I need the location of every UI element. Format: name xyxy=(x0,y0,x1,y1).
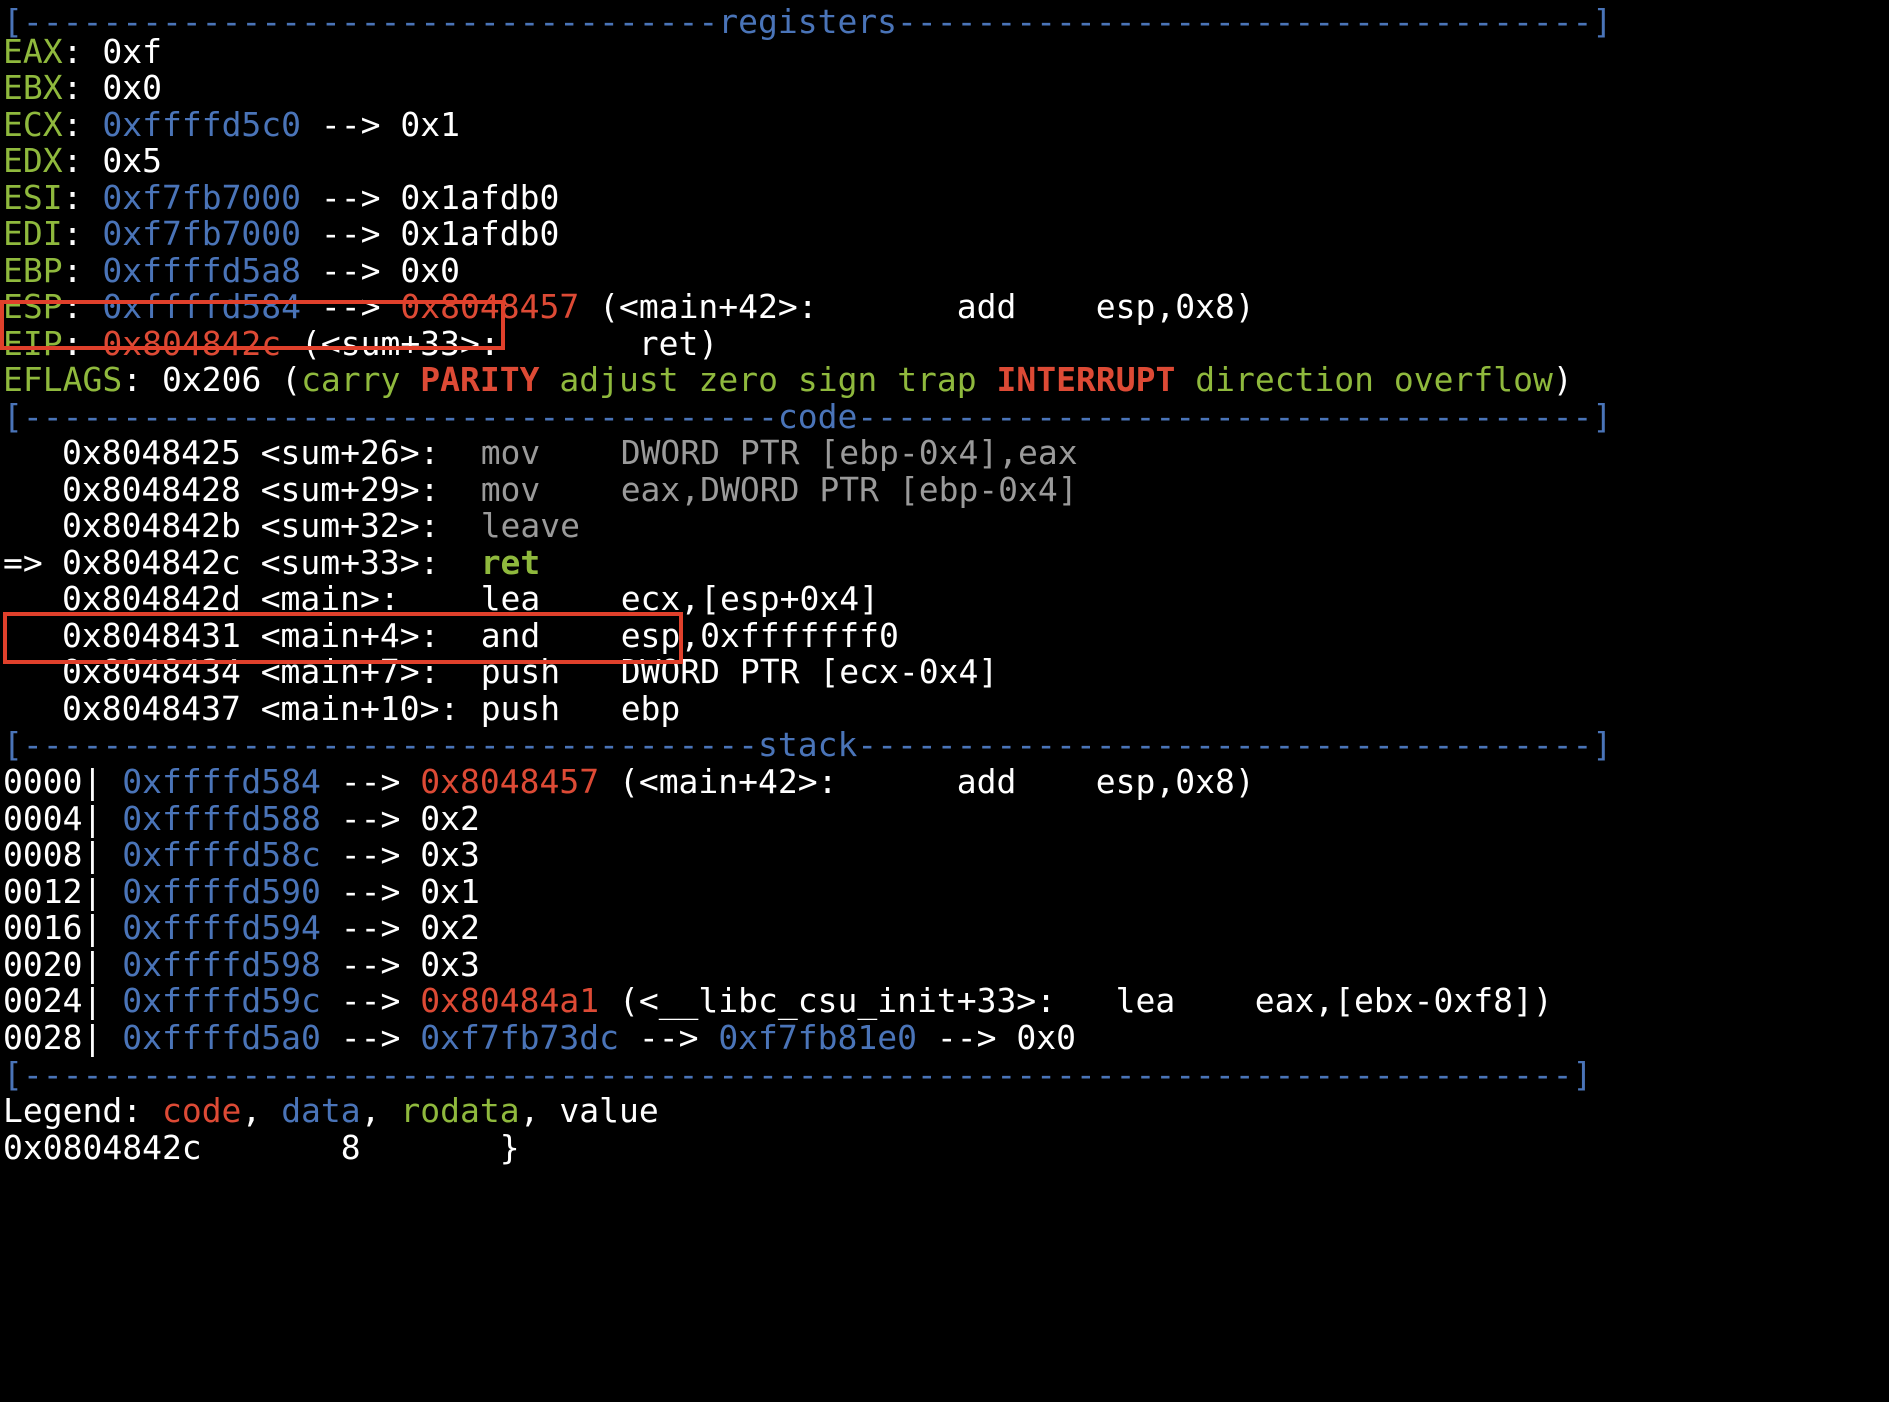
pointer-arrow: --> xyxy=(936,1018,997,1057)
register-name: EFLAGS xyxy=(3,360,123,399)
pointer-arrow: --> xyxy=(340,835,401,874)
code-pointer: 0x8048457 xyxy=(400,287,580,326)
register-name: EDX xyxy=(3,141,63,180)
instruction-hint: (<main+42>: add esp,0x8) xyxy=(618,762,1255,801)
stack-offset: 0024| xyxy=(3,981,103,1020)
source-line: 0x0804842c 8 } xyxy=(3,1126,520,1170)
instruction-address: 0x8048425 xyxy=(62,433,241,472)
stack-value: 0x3 xyxy=(420,835,480,874)
register-name: EBX xyxy=(3,68,63,107)
pointer-arrow: --> xyxy=(340,908,401,947)
stack-offset: 0000| xyxy=(3,762,103,801)
stack-value: 0x80484a1 xyxy=(420,981,600,1020)
pointer-arrow: --> xyxy=(320,287,381,326)
legend-value: value xyxy=(559,1091,659,1130)
flag-sign: sign xyxy=(797,360,878,399)
register-value: 0x206 xyxy=(161,360,262,399)
stack-address: 0xffffd594 xyxy=(122,908,321,947)
stack-value: 0x0 xyxy=(1016,1018,1076,1057)
terminal-window[interactable]: [-----------------------------------regi… xyxy=(0,0,1889,1402)
stack-offset: 0008| xyxy=(3,835,103,874)
flag-direction: direction xyxy=(1195,360,1375,399)
instruction-operands: DWORD PTR [ecx-0x4] xyxy=(620,652,999,691)
flags-open: ( xyxy=(281,360,302,399)
stack-address: 0xffffd58c xyxy=(122,835,321,874)
flag-trap: trap xyxy=(897,360,977,399)
instruction-address: 0x804842d xyxy=(62,579,241,618)
stack-value: 0xf7fb73dc xyxy=(420,1018,619,1057)
instruction-operands: ecx,[esp+0x4] xyxy=(620,579,879,618)
instruction-hint: (<__libc_csu_init+33>: lea eax,[ebx-0xf8… xyxy=(618,981,1553,1020)
pointer-arrow: --> xyxy=(340,1018,401,1057)
instruction-address: 0x804842b xyxy=(62,506,241,545)
flag-interrupt: INTERRUPT xyxy=(996,360,1176,399)
stack-value: 0xf7fb81e0 xyxy=(718,1018,917,1057)
stack-value: 0x2 xyxy=(420,908,480,947)
register-value: 0x5 xyxy=(102,141,162,180)
source-line-number: 8 xyxy=(340,1128,361,1167)
source-address: 0x0804842c xyxy=(3,1128,202,1167)
register-name: EDI xyxy=(3,214,63,253)
flag-adjust: adjust xyxy=(559,360,679,399)
instruction-operands: eax,DWORD PTR [ebp-0x4] xyxy=(620,470,1078,509)
pointer-arrow: --> xyxy=(320,105,381,144)
pointer-arrow: --> xyxy=(320,214,381,253)
stack-value: 0x8048457 xyxy=(420,762,600,801)
registers-header: [-----------------------------------regi… xyxy=(3,2,1613,41)
legend-label: Legend: xyxy=(3,1091,143,1130)
instruction-address: 0x8048434 xyxy=(62,652,241,691)
legend-rodata: rodata xyxy=(400,1091,520,1130)
instruction-operands: DWORD PTR [ebp-0x4],eax xyxy=(620,433,1078,472)
pointer-arrow: --> xyxy=(340,762,401,801)
register-value: 0x0 xyxy=(102,68,162,107)
stack-address: 0xffffd59c xyxy=(122,981,321,1020)
register-value: 0x1 xyxy=(400,105,461,144)
stack-offset: 0028| xyxy=(3,1018,103,1057)
register-addr: 0xf7fb7000 xyxy=(102,214,302,253)
pointer-arrow: --> xyxy=(638,1018,699,1057)
register-addr: 0xffffd584 xyxy=(102,287,302,326)
source-text: } xyxy=(499,1128,520,1167)
instruction-hint: (<main+42>: add esp,0x8) xyxy=(599,287,1255,326)
flag-carry: carry xyxy=(301,360,401,399)
legend-code: code xyxy=(161,1091,242,1130)
stack-offset: 0016| xyxy=(3,908,103,947)
register-value: 0x1afdb0 xyxy=(400,214,560,253)
flag-parity: PARITY xyxy=(420,360,540,399)
stack-address: 0xffffd5a0 xyxy=(122,1018,321,1057)
flags-close: ) xyxy=(1552,360,1573,399)
flag-zero: zero xyxy=(698,360,778,399)
pointer-arrow: --> xyxy=(340,981,401,1020)
register-name: ESP xyxy=(3,287,63,326)
flag-overflow: overflow xyxy=(1393,360,1553,399)
legend-data: data xyxy=(281,1091,361,1130)
stack-address: 0xffffd584 xyxy=(122,762,321,801)
